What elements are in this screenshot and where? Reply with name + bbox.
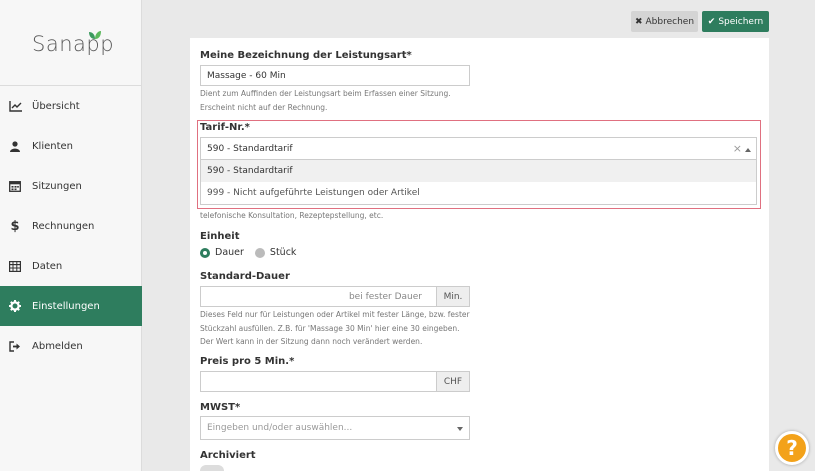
- tarif-dropdown: 590 - Standardtarif 999 - Nicht aufgefüh…: [200, 160, 757, 205]
- check-icon: ✔: [707, 16, 716, 27]
- sidebar-item-label: Rechnungen: [32, 220, 95, 232]
- dauer-input[interactable]: bei fester Dauer: [200, 286, 437, 307]
- dauer-unit-addon: Min.: [436, 286, 470, 307]
- currency-addon: CHF: [436, 371, 470, 392]
- sidebar-item-daten[interactable]: Daten: [0, 246, 142, 286]
- chevron-down-icon[interactable]: [457, 427, 463, 431]
- mwst-label: MWST*: [200, 402, 241, 413]
- help-text-line: Dient zum Auffinden der Leistungsart bei…: [200, 89, 451, 98]
- tarif-help: telefonische Konsultation, Rezeptерstell…: [200, 211, 384, 220]
- close-icon: ✖: [634, 16, 643, 27]
- radio-stueck-label[interactable]: Stück: [270, 247, 297, 258]
- bezeichnung-label: Meine Bezeichnung der Leistungsart*: [200, 50, 412, 61]
- help-text-line: Erscheint nicht auf der Rechnung.: [200, 102, 328, 112]
- einheit-radio-group: Dauer Stück: [200, 247, 307, 258]
- chevron-up-icon[interactable]: [745, 148, 751, 152]
- tarif-select[interactable]: 590 - Standardtarif ×: [200, 137, 757, 160]
- logo[interactable]: Sanapp: [0, 0, 142, 86]
- sidebar-item-klienten[interactable]: Klienten: [0, 126, 142, 166]
- sidebar-item-label: Abmelden: [32, 340, 83, 352]
- gear-icon: [8, 299, 22, 313]
- sidebar-item-uebersicht[interactable]: Übersicht: [0, 86, 142, 126]
- sidebar: Sanapp Übersicht Klienten Sitzungen $ Re…: [0, 0, 142, 471]
- tarif-option[interactable]: 590 - Standardtarif: [201, 160, 756, 182]
- radio-dauer-label[interactable]: Dauer: [215, 247, 244, 258]
- help-text-line: Der Wert kann in der Sitzung dann noch v…: [200, 337, 423, 346]
- tarif-option[interactable]: 999 - Nicht aufgeführte Leistungen oder …: [201, 182, 756, 204]
- mwst-placeholder: Eingeben und/oder auswählen...: [207, 423, 353, 433]
- dauer-help: Dieses Feld nur für Leistungen oder Arti…: [200, 308, 470, 349]
- bezeichnung-input[interactable]: Massage - 60 Min: [200, 65, 470, 86]
- help-button[interactable]: ?: [775, 431, 809, 465]
- einheit-label: Einheit: [200, 231, 240, 242]
- chart-line-icon: [8, 99, 22, 113]
- sidebar-item-rechnungen[interactable]: $ Rechnungen: [0, 206, 142, 246]
- dollar-icon: $: [10, 218, 20, 234]
- archiviert-label: Archiviert: [200, 450, 256, 461]
- leaf-icon: [89, 31, 101, 39]
- preis-label: Preis pro 5 Min.*: [200, 356, 295, 367]
- tarif-selected-value: 590 - Standardtarif: [207, 143, 293, 154]
- archiviert-toggle[interactable]: [200, 465, 224, 471]
- mwst-select[interactable]: Eingeben und/oder auswählen...: [200, 416, 470, 440]
- sidebar-item-label: Daten: [32, 260, 63, 272]
- sidebar-item-sitzungen[interactable]: Sitzungen: [0, 166, 142, 206]
- cancel-button-label: Abbrechen: [645, 16, 695, 27]
- radio-dauer[interactable]: [200, 247, 210, 258]
- sidebar-item-label: Sitzungen: [32, 180, 82, 192]
- help-text-line: Stückzahl ausfüllen. Z.B. für 'Massage 3…: [200, 323, 460, 333]
- bezeichnung-help: Dient zum Auffinden der Leistungsart bei…: [200, 87, 451, 114]
- dauer-label: Standard-Dauer: [200, 271, 290, 282]
- calendar-icon: [8, 179, 22, 193]
- clear-icon[interactable]: ×: [733, 142, 742, 155]
- radio-stueck[interactable]: [254, 247, 265, 258]
- sidebar-item-einstellungen[interactable]: Einstellungen: [0, 286, 142, 326]
- sidebar-item-label: Klienten: [32, 140, 74, 152]
- sidebar-item-label: Einstellungen: [32, 300, 100, 312]
- cancel-button[interactable]: ✖ Abbrechen: [631, 11, 698, 32]
- preis-input[interactable]: [200, 371, 437, 392]
- sign-out-icon: [8, 339, 22, 353]
- tarif-label: Tarif-Nr.*: [200, 122, 250, 133]
- user-icon: [8, 139, 22, 153]
- save-button[interactable]: ✔ Speichern: [702, 11, 769, 32]
- sidebar-item-label: Übersicht: [32, 100, 80, 112]
- save-button-label: Speichern: [718, 16, 764, 27]
- table-icon: [8, 259, 22, 273]
- sidebar-item-abmelden[interactable]: Abmelden: [0, 326, 142, 366]
- help-text-line: Dieses Feld nur für Leistungen oder Arti…: [200, 310, 470, 319]
